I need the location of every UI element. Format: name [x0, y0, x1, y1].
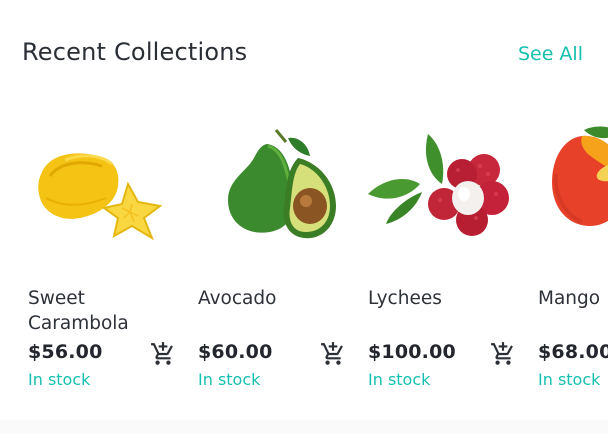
add-to-cart-icon[interactable]: [490, 341, 516, 367]
product-card[interactable]: Mango $68.00 In stock: [520, 100, 608, 400]
product-name[interactable]: Avocado: [198, 286, 338, 311]
stock-status: In stock: [198, 370, 261, 389]
stock-status: In stock: [538, 370, 601, 389]
section-title: Recent Collections: [22, 38, 248, 66]
product-price: $60.00: [198, 341, 273, 363]
see-all-link[interactable]: See All: [518, 43, 583, 65]
product-card[interactable]: Lychees $100.00 In stock: [350, 100, 513, 400]
product-carousel[interactable]: Sweet Carambola $56.00 In stock Avocado …: [0, 100, 608, 400]
product-price: $100.00: [368, 341, 456, 363]
add-to-cart-icon[interactable]: [150, 341, 176, 367]
avocado-image: [190, 114, 340, 254]
product-price: $56.00: [28, 341, 103, 363]
lychee-image: [360, 114, 510, 254]
section-header: Recent Collections See All: [0, 0, 608, 100]
product-name[interactable]: Mango: [538, 286, 608, 311]
bottom-divider: [0, 420, 608, 434]
add-to-cart-icon[interactable]: [320, 341, 346, 367]
mango-image: [530, 114, 608, 254]
product-card[interactable]: Sweet Carambola $56.00 In stock: [10, 100, 173, 400]
product-name[interactable]: Sweet Carambola: [28, 286, 168, 336]
starfruit-image: [20, 114, 170, 254]
stock-status: In stock: [368, 370, 431, 389]
product-card[interactable]: Avocado $60.00 In stock: [180, 100, 343, 400]
product-price: $68.00: [538, 341, 608, 363]
stock-status: In stock: [28, 370, 91, 389]
product-name[interactable]: Lychees: [368, 286, 508, 311]
